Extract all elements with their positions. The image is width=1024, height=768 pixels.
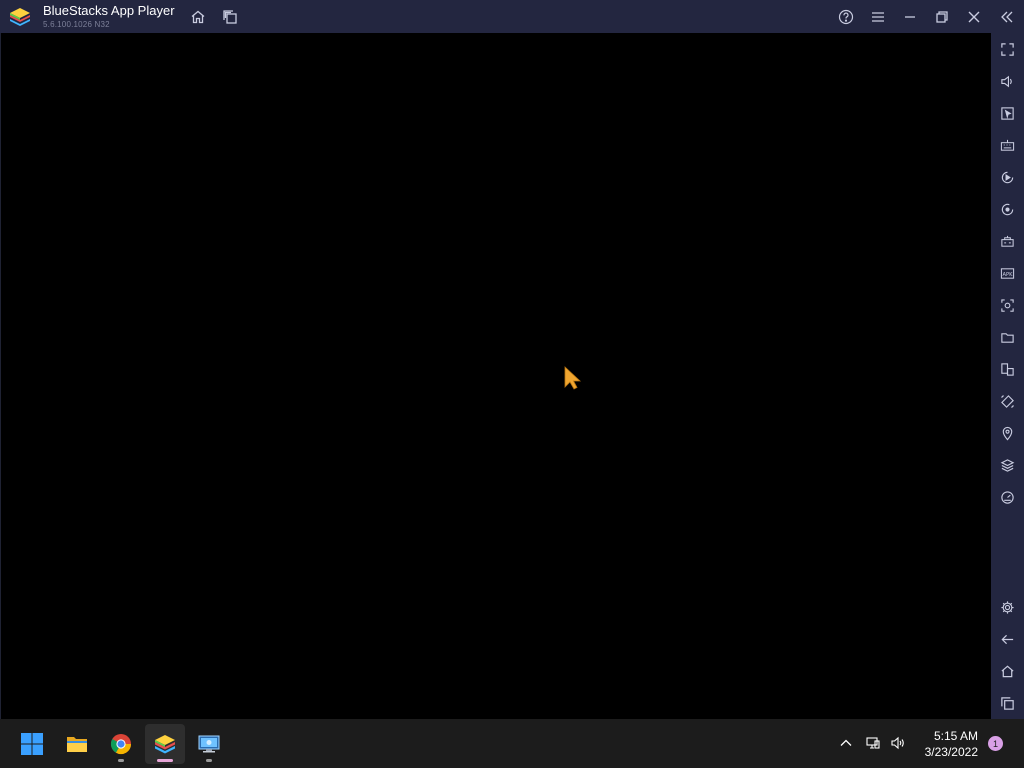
network-icon <box>866 737 880 749</box>
taskbar-clock[interactable]: 5:15 AM 3/23/2022 <box>914 728 978 760</box>
android-home-button[interactable] <box>997 661 1017 681</box>
pointer-mode-icon <box>1000 106 1014 120</box>
help-button[interactable] <box>836 7 856 27</box>
network-status-button[interactable] <box>863 733 883 753</box>
remote-desktop-icon <box>198 735 220 753</box>
chevron-up-icon <box>840 739 852 746</box>
folder-icon <box>1000 332 1014 343</box>
rotate-icon <box>1000 394 1014 408</box>
bluestacks-logo-icon <box>10 8 30 26</box>
restore-icon <box>936 11 948 23</box>
back-button[interactable] <box>997 629 1017 649</box>
mouse-cursor-icon <box>564 366 582 390</box>
close-icon <box>968 11 980 23</box>
title-bar: BlueStacks App Player 5.6.100.1026 N32 <box>0 0 1024 33</box>
recent-apps-button[interactable] <box>997 693 1017 713</box>
instance-manager-button[interactable] <box>997 359 1017 379</box>
taskbar-bluestacks[interactable] <box>145 724 185 764</box>
menu-button[interactable] <box>868 7 888 27</box>
collapse-sidebar-icon <box>1001 11 1013 23</box>
macro-button[interactable] <box>997 167 1017 187</box>
help-icon <box>838 9 854 25</box>
show-hidden-icons-button[interactable] <box>836 733 856 753</box>
taskbar-chrome[interactable] <box>101 724 141 764</box>
speedometer-icon <box>1000 490 1014 504</box>
fullscreen-button[interactable] <box>997 39 1017 59</box>
media-folder-button[interactable] <box>997 327 1017 347</box>
android-screen[interactable] <box>1 33 991 719</box>
svg-text:APK: APK <box>1002 271 1013 277</box>
layers-icon <box>1000 458 1014 472</box>
home-icon <box>1000 665 1014 677</box>
clock-date: 3/23/2022 <box>924 745 978 759</box>
screenshot-icon <box>1000 298 1014 312</box>
right-sidebar: APK <box>991 33 1024 719</box>
app-version: 5.6.100.1026 N32 <box>43 20 110 29</box>
location-button[interactable] <box>997 423 1017 443</box>
fullscreen-icon <box>1000 42 1014 56</box>
home-button[interactable] <box>188 7 208 27</box>
sync-button[interactable] <box>997 199 1017 219</box>
game-controls-icon <box>1000 235 1014 247</box>
windows-start-icon <box>21 733 43 755</box>
game-controls-button[interactable] <box>997 231 1017 251</box>
back-icon <box>1000 634 1013 644</box>
minimize-icon <box>905 16 915 18</box>
home-icon <box>191 10 205 24</box>
start-button[interactable] <box>12 724 52 764</box>
sync-icon <box>1001 203 1013 215</box>
settings-button[interactable] <box>997 597 1017 617</box>
minimize-button[interactable] <box>900 7 920 27</box>
rotate-button[interactable] <box>997 391 1017 411</box>
location-icon <box>1002 426 1012 440</box>
speaker-icon <box>891 736 904 750</box>
volume-button[interactable] <box>997 71 1017 91</box>
macro-icon <box>1001 171 1013 183</box>
volume-icon <box>1000 75 1012 87</box>
active-indicator <box>157 759 173 762</box>
bluestacks-icon <box>155 735 175 754</box>
multi-instance-button[interactable] <box>220 7 240 27</box>
keyboard-controls-icon <box>1000 139 1014 151</box>
multi-instance-icon <box>223 10 237 24</box>
running-indicator <box>118 759 124 762</box>
restore-button[interactable] <box>932 7 952 27</box>
install-apk-button[interactable]: APK <box>997 263 1017 283</box>
settings-icon <box>1000 600 1014 614</box>
recent-apps-icon <box>1000 696 1014 710</box>
screenshot-button[interactable] <box>997 295 1017 315</box>
multi-instance-icon <box>1000 362 1014 376</box>
keyboard-controls-button[interactable] <box>997 135 1017 155</box>
file-explorer-icon <box>67 737 87 752</box>
collapse-sidebar-button[interactable] <box>997 7 1017 27</box>
window-title-block: BlueStacks App Player 5.6.100.1026 N32 <box>43 4 175 29</box>
taskbar-remote-desktop[interactable] <box>189 724 229 764</box>
taskbar-file-explorer[interactable] <box>57 724 97 764</box>
chrome-icon <box>110 734 132 755</box>
volume-tray-button[interactable] <box>888 733 908 753</box>
layers-button[interactable] <box>997 455 1017 475</box>
eco-mode-button[interactable] <box>997 487 1017 507</box>
pointer-mode-button[interactable] <box>997 103 1017 123</box>
notification-badge[interactable]: 1 <box>988 736 1003 751</box>
windows-taskbar: 5:15 AM 3/23/2022 <box>0 719 1024 768</box>
clock-time: 5:15 AM <box>933 729 978 743</box>
menu-icon <box>872 12 884 22</box>
window-title: BlueStacks App Player <box>43 3 175 18</box>
running-indicator <box>206 759 212 762</box>
install-apk-icon: APK <box>1000 267 1014 279</box>
close-button[interactable] <box>964 7 984 27</box>
